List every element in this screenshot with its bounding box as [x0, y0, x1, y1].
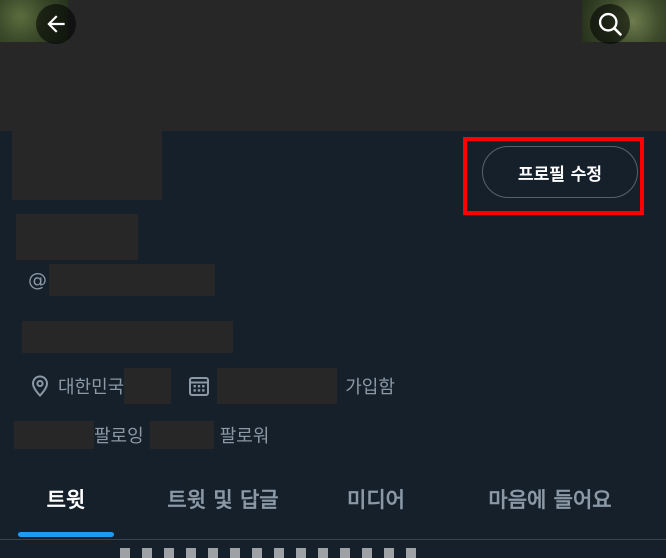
tab-media[interactable]: 미디어: [326, 470, 426, 528]
followers-count-redacted: [149, 421, 214, 449]
location-text: 대한민국: [58, 377, 125, 398]
search-button[interactable]: [590, 4, 630, 44]
handle-prefix: @: [28, 269, 47, 291]
display-name-redacted: [16, 214, 138, 260]
location-redacted: [124, 368, 172, 404]
handle-row: @: [28, 264, 215, 296]
arrow-left-icon: [47, 15, 65, 33]
calendar-icon: [189, 377, 210, 396]
edit-profile-button[interactable]: 프로필 수정: [482, 146, 638, 198]
tab-tweets[interactable]: 트윗: [18, 470, 114, 528]
cutoff-content: [120, 548, 420, 558]
bio-redacted: [22, 321, 233, 353]
location-pin-icon: [31, 375, 49, 397]
tab-tweets-and-replies[interactable]: 트윗 및 답글: [148, 470, 298, 528]
handle-redacted: [49, 264, 215, 296]
following-link[interactable]: 팔로잉: [94, 422, 144, 448]
tab-likes[interactable]: 마음에 들어요: [462, 470, 638, 528]
search-icon: [598, 12, 622, 36]
profile-meta-row: 대한민국 가입함: [28, 368, 395, 404]
active-tab-indicator: [18, 532, 114, 537]
tabs-divider: [0, 539, 666, 540]
followers-link[interactable]: 팔로워: [220, 422, 270, 448]
profile-tabs: 트윗 트윗 및 답글 미디어 마음에 들어요: [0, 470, 666, 538]
redaction-block: [0, 42, 666, 131]
joined-text: 가입함: [345, 377, 395, 398]
profile-banner: [0, 0, 666, 131]
following-count-redacted: [14, 421, 94, 449]
avatar: [12, 128, 162, 200]
back-button[interactable]: [36, 4, 76, 44]
follow-stats-row: 팔로잉 팔로워: [14, 420, 269, 450]
join-date-redacted: [217, 368, 338, 404]
